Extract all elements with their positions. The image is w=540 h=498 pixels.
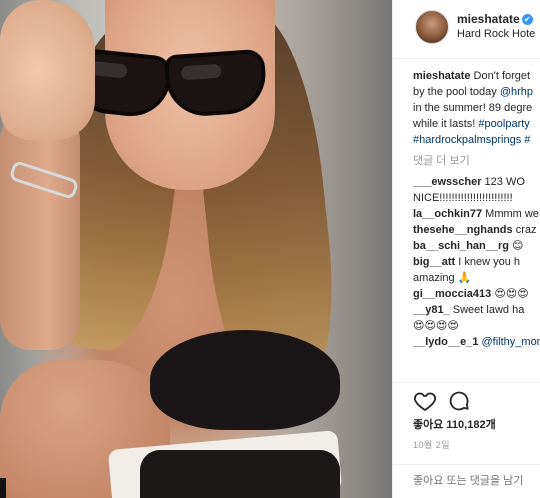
header-username-row: mieshatate ✔ [457, 12, 533, 26]
comment-text: I knew you h [455, 256, 521, 268]
caption-text-2: by the pool today [413, 86, 500, 98]
comment-list: ___ewsscher 123 WO NICE!!!!!!!!!!!!!!!!!… [413, 174, 540, 350]
list-item: la__ochkin77 Mmmm we [413, 206, 540, 222]
photo-arm [0, 110, 80, 350]
comment-username[interactable]: gi__moccia413 [413, 288, 491, 300]
list-item: amazing 🙏 [413, 270, 540, 286]
photo-corner-marker [0, 478, 6, 498]
post-actions [393, 382, 540, 419]
photo-hand [0, 0, 95, 140]
comment-username[interactable]: ___ewsscher [413, 176, 482, 188]
comment-text: Sweet lawd ha [449, 304, 525, 316]
comment-username[interactable]: ba__schi_han__rg [413, 240, 509, 252]
add-comment-bar [393, 464, 540, 498]
avatar[interactable] [415, 10, 449, 44]
load-more-comments[interactable]: 댓글 더 보기 [413, 152, 470, 168]
caption-hashtags[interactable]: #hardrockpalmsprings # [413, 132, 540, 148]
caption-line-2: by the pool today @hrhp [413, 84, 540, 100]
caption-line-4: while it lasts! #poolparty [413, 116, 540, 132]
caption-username[interactable]: mieshatate [413, 70, 470, 82]
sunglasses-right-lens [163, 48, 269, 119]
list-item: __y81_ Sweet lawd ha [413, 302, 540, 318]
photo-bikini-bottom [140, 450, 340, 498]
comment-text: 😍😍😍😍 [413, 320, 459, 332]
header-location[interactable]: Hard Rock Hote [457, 28, 535, 40]
comment-text: NICE!!!!!!!!!!!!!!!!!!!!!!!! [413, 192, 513, 204]
post-date: 10월 2일 [413, 440, 451, 450]
post-side-panel: mieshatate ✔ Hard Rock Hote mieshatate Do… [392, 0, 540, 498]
list-item: ___ewsscher 123 WO [413, 174, 540, 190]
list-item: __lydo__e_1 @filthy_mom [413, 334, 540, 350]
post-photo[interactable] [0, 0, 392, 498]
likes-count[interactable]: 좋아요 110,182개 [413, 416, 496, 432]
header-username[interactable]: mieshatate [457, 12, 520, 26]
comment-mention[interactable]: @filthy_mom [482, 336, 540, 348]
caption-text-4: while it lasts! [413, 118, 479, 130]
caption-text-1: Don't forget [473, 70, 531, 82]
comment-username[interactable]: la__ochkin77 [413, 208, 482, 220]
comment-text: 😍😍😍 [491, 288, 529, 300]
comment-username[interactable]: __lydo__e_1 [413, 336, 478, 348]
comment-text: amazing 🙏 [413, 272, 472, 284]
comment-bubble-icon[interactable] [447, 389, 471, 413]
caption-line-1: mieshatate Don't forget [413, 68, 540, 84]
comment-text: 123 WO [481, 176, 525, 188]
caption-hashtag[interactable]: #poolparty [478, 118, 529, 130]
comment-input[interactable] [413, 473, 533, 489]
comment-text: Mmmm we [482, 208, 539, 220]
comment-username[interactable]: big__att [413, 256, 455, 268]
caption-mention[interactable]: @hrhp [500, 86, 533, 98]
list-item: gi__moccia413 😍😍😍 [413, 286, 540, 302]
list-item: thesehe__nghands craz [413, 222, 540, 238]
comment-text: 😊 [509, 240, 524, 252]
list-item: 😍😍😍😍 [413, 318, 540, 334]
photo-bikini-top [150, 330, 340, 430]
post-caption: mieshatate Don't forget by the pool toda… [413, 68, 540, 148]
caption-line-3: in the summer! 89 degre [413, 102, 533, 114]
comment-username[interactable]: thesehe__nghands [413, 224, 513, 236]
comment-username[interactable]: __y81_ [413, 304, 450, 316]
comment-text: craz [512, 224, 537, 236]
list-item: ba__schi_han__rg 😊 [413, 238, 540, 254]
post-header: mieshatate ✔ Hard Rock Hote [393, 0, 540, 59]
verified-badge-icon: ✔ [521, 14, 533, 25]
heart-outline-icon[interactable] [413, 389, 437, 413]
list-item: NICE!!!!!!!!!!!!!!!!!!!!!!!! [413, 190, 540, 206]
photo-sunglasses [66, 46, 269, 121]
list-item: big__att I knew you h [413, 254, 540, 270]
